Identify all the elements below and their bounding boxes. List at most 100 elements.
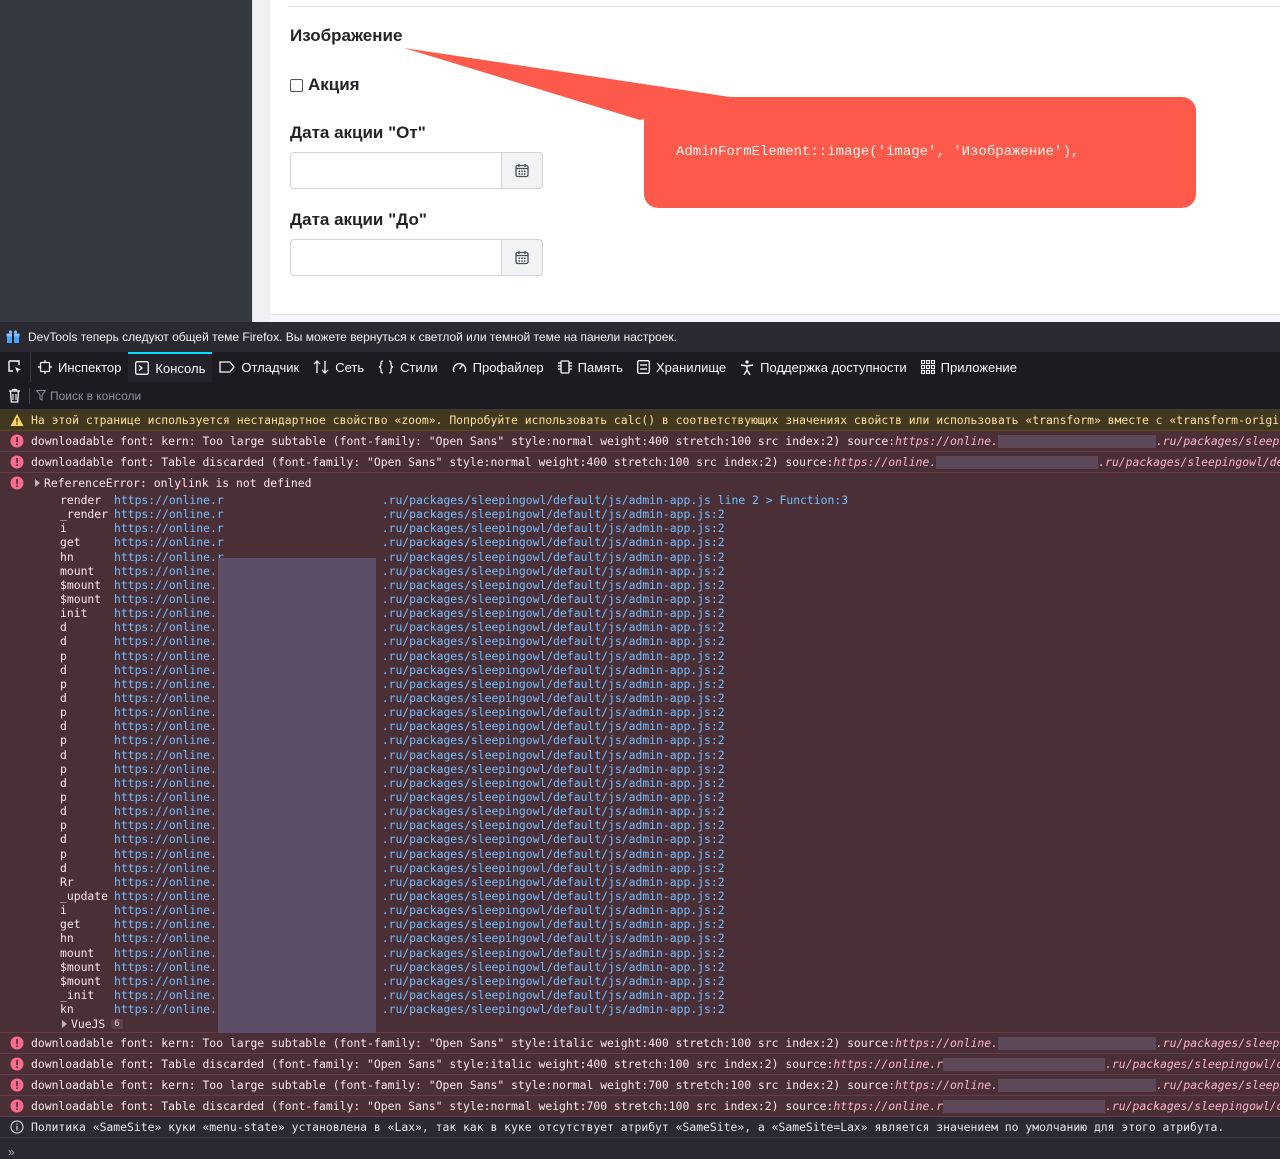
stack-frame-link[interactable]: https://online.r .ru/packages/sleepingowl…: [114, 762, 725, 776]
stack-function-name: d: [60, 719, 67, 734]
stack-frame-link[interactable]: https://online.r .ru/packages/sleepingowl…: [114, 550, 725, 564]
stack-frame-link[interactable]: https://online.r .ru/packages/sleepingowl…: [114, 649, 725, 663]
stack-frame-link[interactable]: https://online.r .ru/packages/sleepingowl…: [114, 960, 725, 974]
stack-frame-link[interactable]: https://online.r .ru/packages/sleepingowl…: [114, 663, 725, 677]
font-error-source[interactable]: https://online.r .ru/packages/sleepingowl…: [833, 1057, 1280, 1072]
stack-frame: p https://online.r .ru/packages/sleepingow…: [0, 762, 1280, 776]
stack-frame-link[interactable]: https://online.r .ru/packages/sleepingowl…: [114, 521, 725, 535]
admin-page: Изображение Акция Дата акции "От" Дата а…: [0, 0, 1280, 322]
tab-accessibility[interactable]: Поддержка доступности: [733, 352, 914, 382]
stack-frame-link[interactable]: https://online.r .ru/packages/sleepingowl…: [114, 776, 725, 790]
stack-function-name: Rr: [60, 874, 74, 889]
stack-frame: d https://online.r .ru/packages/sleepingow…: [0, 620, 1280, 634]
stack-frame-link[interactable]: https://online.r .ru/packages/sleepingowl…: [114, 903, 725, 917]
console-icon: [135, 361, 150, 375]
stack-frame-link[interactable]: https://online.r .ru/packages/sleepingowl…: [114, 861, 725, 875]
stack-frame-link[interactable]: https://online.r .ru/packages/sleepingowl…: [114, 832, 725, 846]
trash-icon[interactable]: [8, 388, 21, 403]
stack-frame: $mount https://online.r .ru/packages/sleep…: [0, 974, 1280, 988]
stack-frame-link[interactable]: https://online.r .ru/packages/sleepingowl…: [114, 875, 725, 889]
tab-console[interactable]: Консоль: [128, 352, 213, 382]
stack-frame: i https://online.r .ru/packages/sleepingow…: [0, 903, 1280, 917]
stack-frame-link[interactable]: https://online.r .ru/packages/sleepingowl…: [114, 493, 848, 507]
stack-frame-link[interactable]: https://online.r .ru/packages/sleepingowl…: [114, 564, 725, 578]
redacted-mask: [997, 1079, 1156, 1093]
tab-application[interactable]: Приложение: [914, 352, 1024, 382]
stack-function-name: i: [60, 521, 67, 536]
tab-memory[interactable]: Память: [551, 352, 630, 382]
stack-frame: p https://online.r .ru/packages/sleepingow…: [0, 649, 1280, 663]
stack-frame-link[interactable]: https://online.r .ru/packages/sleepingowl…: [114, 946, 725, 960]
tab-label: Профайлер: [472, 359, 544, 375]
expand-triangle-icon[interactable]: [35, 479, 40, 487]
font-errors-top: downloadable font: kern: Too large subta…: [0, 431, 1280, 473]
annotation-callout: AdminFormElement::image('image', 'Изобра…: [644, 97, 1196, 208]
tab-inspector[interactable]: Инспектор: [31, 352, 128, 382]
profiler-icon: [452, 362, 466, 373]
stack-frame-link[interactable]: https://online.r .ru/packages/sleepingowl…: [114, 804, 725, 818]
stack-frame-link[interactable]: https://online.r .ru/packages/sleepingowl…: [114, 677, 725, 691]
stack-frame-link[interactable]: https://online.r .ru/packages/sleepingowl…: [114, 705, 725, 719]
stack-frame-link[interactable]: https://online.r .ru/packages/sleepingowl…: [114, 606, 725, 620]
stack-frame-link[interactable]: https://online.r .ru/packages/sleepingowl…: [114, 507, 725, 521]
stack-frame-link[interactable]: https://online.r .ru/packages/sleepingowl…: [114, 818, 725, 832]
reference-error-header[interactable]: ReferenceError: onlylink is not defined: [0, 473, 1280, 493]
stack-frame-link[interactable]: https://online.r .ru/packages/sleepingowl…: [114, 1002, 725, 1016]
expand-triangle-icon[interactable]: [62, 1020, 67, 1029]
info-icon: [10, 1120, 24, 1134]
font-error-source[interactable]: https://online..ru/packages/sleeping: [895, 1036, 1280, 1051]
stack-function-name: i: [60, 903, 67, 918]
console-input-chevron[interactable]: »: [8, 1145, 15, 1159]
element-picker-button[interactable]: [0, 352, 31, 382]
stack-frame-link[interactable]: https://online.r .ru/packages/sleepingowl…: [114, 691, 725, 705]
tab-storage[interactable]: Хранилище: [630, 352, 733, 382]
redacted-mask: [936, 456, 1099, 469]
console-filter-input[interactable]: Поиск в консоли: [36, 389, 141, 403]
stack-frame-link[interactable]: https://online.r .ru/packages/sleepingowl…: [114, 790, 725, 804]
tab-network[interactable]: Сеть: [306, 352, 371, 382]
stack-function-name: _render: [60, 507, 109, 522]
stack-frame: p https://online.r .ru/packages/sleepingow…: [0, 790, 1280, 804]
stack-function-name: mount: [60, 563, 95, 578]
stack-frame-link[interactable]: https://online.r .ru/packages/sleepingowl…: [114, 733, 725, 747]
stack-frame-link[interactable]: https://online.r .ru/packages/sleepingowl…: [114, 889, 725, 903]
stack-frame-link[interactable]: https://online.r .ru/packages/sleepingowl…: [114, 634, 725, 648]
stack-frame: _update https://online.r .ru/packages/slee…: [0, 889, 1280, 903]
storage-icon: [637, 360, 650, 374]
stack-frame-link[interactable]: https://online.r .ru/packages/sleepingowl…: [114, 592, 725, 606]
stack-frame-link[interactable]: https://online.r .ru/packages/sleepingowl…: [114, 931, 725, 945]
stack-frame-link[interactable]: https://online.r .ru/packages/sleepingowl…: [114, 535, 725, 549]
font-error-text: downloadable font: Table discarded (font…: [31, 455, 834, 469]
stack-frame-link[interactable]: https://online.r .ru/packages/sleepingowl…: [114, 719, 725, 733]
stack-frame-link[interactable]: https://online.r .ru/packages/sleepingowl…: [114, 974, 725, 988]
stack-function-name: p: [60, 733, 67, 748]
stack-function-name: p: [60, 648, 67, 663]
font-error-row: downloadable font: Table discarded (font…: [0, 452, 1280, 473]
tab-label: Отладчик: [241, 359, 300, 375]
font-error-source[interactable]: https://online. .ru/packages/sleepingowl/…: [833, 455, 1280, 469]
font-error-source[interactable]: https://online..ru/packages/sleeping: [895, 434, 1280, 448]
tab-styles[interactable]: Стили: [371, 352, 444, 382]
stack-function-name: d: [60, 804, 67, 819]
vuejs-count-badge: 6: [111, 1019, 123, 1030]
inspector-icon: [38, 360, 52, 374]
stack-function-name: p: [60, 790, 67, 805]
stack-frame-link[interactable]: https://online.r .ru/packages/sleepingowl…: [114, 578, 725, 592]
stack-function-name: mount: [60, 945, 95, 960]
font-error-text: downloadable font: Table discarded (font…: [31, 1057, 834, 1072]
stack-frame-link[interactable]: https://online.r .ru/packages/sleepingowl…: [114, 917, 725, 931]
tab-debugger[interactable]: Отладчик: [212, 352, 306, 382]
font-error-source[interactable]: https://online.r .ru/packages/sleepingowl…: [833, 1099, 1280, 1114]
stack-frame-link[interactable]: https://online.r .ru/packages/sleepingowl…: [114, 988, 725, 1002]
stack-frame-link[interactable]: https://online.r .ru/packages/sleepingowl…: [114, 748, 725, 762]
stack-frame-link[interactable]: https://online.r .ru/packages/sleepingowl…: [114, 847, 725, 861]
reference-error-text: ReferenceError: onlylink is not defined: [44, 476, 312, 490]
stack-frame-link[interactable]: https://online.r .ru/packages/sleepingowl…: [114, 620, 725, 634]
tab-profiler[interactable]: Профайлер: [445, 352, 551, 382]
font-error-text: downloadable font: kern: Too large subta…: [31, 1078, 896, 1093]
console-output: На этой странице используется нестандарт…: [0, 410, 1280, 1152]
font-error-source[interactable]: https://online..ru/packages/sleeping: [895, 1078, 1280, 1093]
stack-function-name: get: [60, 917, 81, 932]
stack-function-name: p: [60, 761, 67, 776]
tab-label: Инспектор: [58, 359, 122, 375]
